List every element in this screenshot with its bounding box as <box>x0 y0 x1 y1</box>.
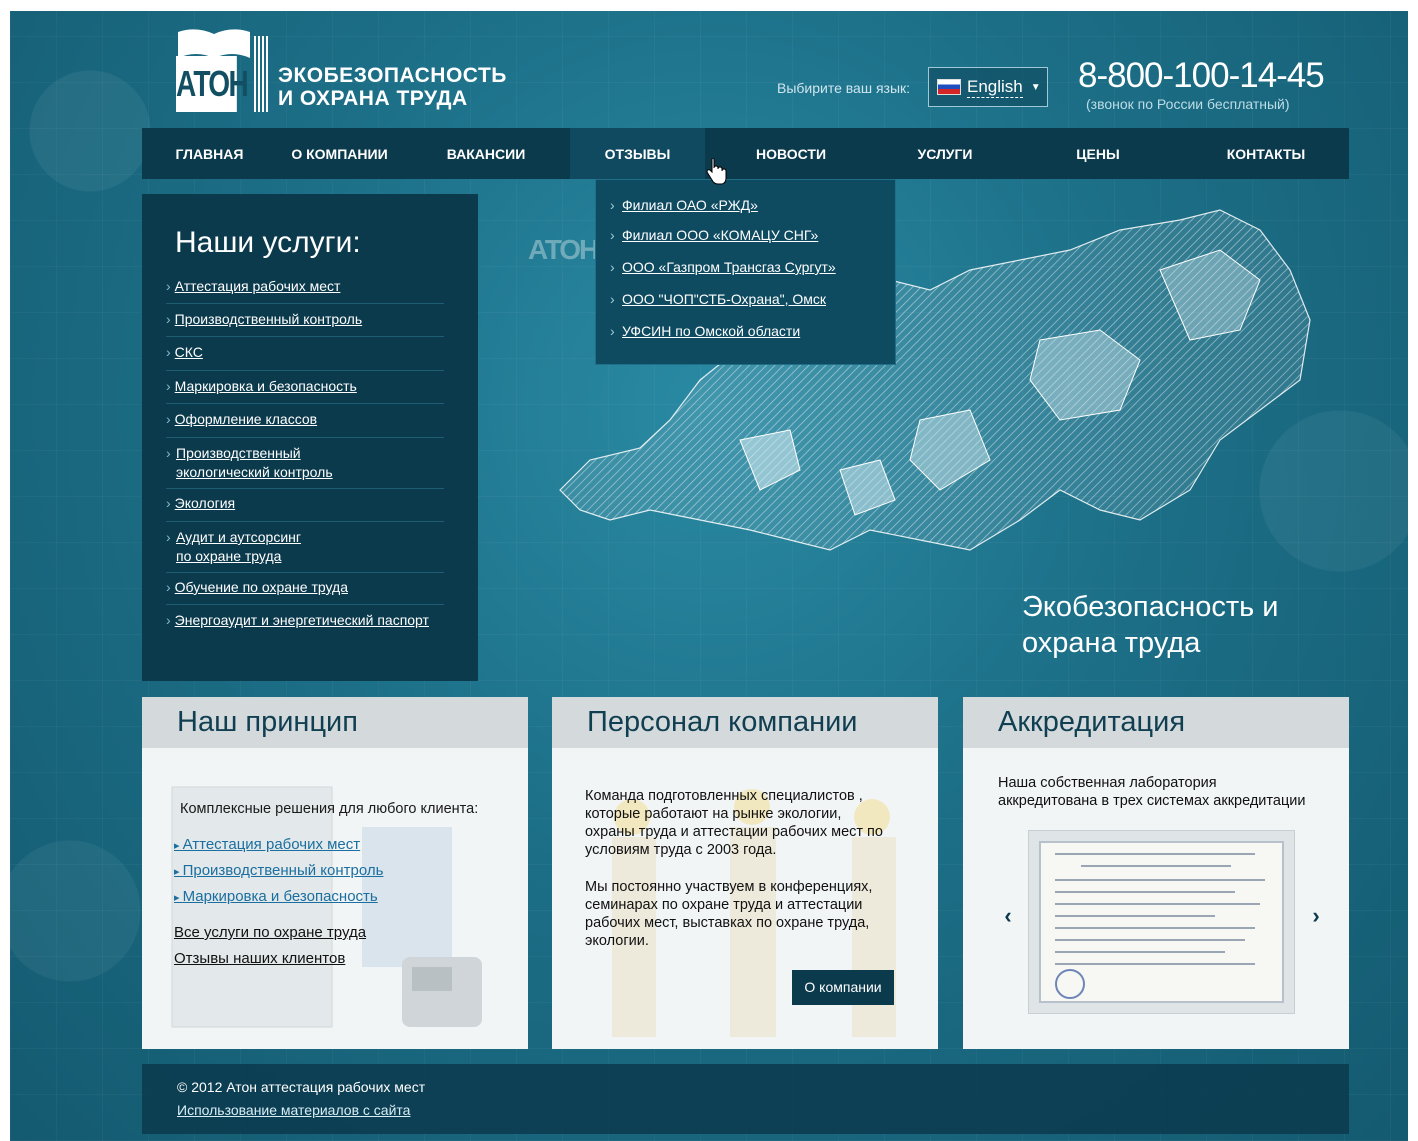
brand-line-2: И ОХРАНА ТРУДА <box>278 87 468 110</box>
hero-heading: Экобезопасность и охрана труда <box>1022 589 1278 661</box>
next-arrow-icon[interactable]: › <box>1304 904 1328 928</box>
staff-paragraph-2: Мы постоянно участвуем в конференциях, с… <box>585 879 873 949</box>
nav-item-vacancies[interactable]: ВАКАНСИИ <box>402 128 570 179</box>
service-link[interactable]: › Оформление классов <box>166 410 444 429</box>
service-link[interactable]: › Маркировка и безопасность <box>166 377 444 396</box>
nav-item-contacts[interactable]: КОНТАКТЫ <box>1183 128 1349 179</box>
caret-down-icon: ▼ <box>1030 81 1041 93</box>
copyright: © 2012 Атон аттестация рабочих мест <box>177 1079 426 1095</box>
nav-item-news[interactable]: НОВОСТИ <box>705 128 877 179</box>
logo-watermark: АТОН <box>528 234 599 265</box>
dropdown-item[interactable]: Филиал ООО «КОМАЦУ СНГ» <box>610 227 818 243</box>
service-link[interactable]: › Производственный экологический контроль <box>166 444 444 482</box>
divider <box>166 370 444 371</box>
brand-title: ЭКОБЕЗОПАСНОСТЬ И ОХРАНА ТРУДА <box>278 64 507 110</box>
service-link[interactable]: › СКС <box>166 343 444 362</box>
service-link[interactable]: › Аудит и аутсорсинг по охране труда <box>166 528 444 566</box>
divider <box>166 437 444 438</box>
service-link[interactable]: › Энергоаудит и энергетический паспорт <box>166 611 444 630</box>
service-link[interactable]: › Экология <box>166 494 444 513</box>
service-link[interactable]: › Аттестация рабочих мест <box>166 277 444 296</box>
principle-intro: Комплексные решения для любого клиента: <box>180 801 479 817</box>
accreditation-card: Аккредитация Наша собственная лаборатори… <box>963 697 1349 1049</box>
nav-item-about[interactable]: О КОМПАНИИ <box>277 128 402 179</box>
logo-text: АТОН <box>176 56 249 112</box>
phone-note: (звонок по России бесплатный) <box>1086 96 1290 112</box>
certificate-document <box>1039 841 1284 1003</box>
divider <box>166 572 444 573</box>
brand-line-1: ЭКОБЕЗОПАСНОСТЬ <box>278 64 507 87</box>
divider <box>166 303 444 304</box>
principle-link[interactable]: Производственный контроль <box>174 862 384 879</box>
services-panel: Наши услуги: › Аттестация рабочих мест › П… <box>142 194 478 681</box>
reviews-dropdown: Филиал ОАО «РЖД» Филиал ООО «КОМАЦУ СНГ»… <box>595 179 896 365</box>
main-nav: ГЛАВНАЯ О КОМПАНИИ ВАКАНСИИ ОТЗЫВЫ НОВОС… <box>142 128 1349 179</box>
nav-item-prices[interactable]: ЦЕНЫ <box>1013 128 1183 179</box>
about-company-button[interactable]: О компании <box>792 970 894 1005</box>
phone-number[interactable]: 8-800-100-14-45 <box>1078 56 1325 96</box>
nav-item-home[interactable]: ГЛАВНАЯ <box>142 128 277 179</box>
hero-line-2: охрана труда <box>1022 627 1201 659</box>
russia-flag-icon <box>937 79 961 95</box>
nav-item-reviews[interactable]: ОТЗЫВЫ <box>570 128 705 179</box>
certificate-image[interactable] <box>1028 830 1295 1014</box>
divider <box>166 604 444 605</box>
footer: © 2012 Атон аттестация рабочих мест Испо… <box>142 1064 1349 1134</box>
all-services-link[interactable]: Все услуги по охране труда <box>174 924 366 941</box>
services-title: Наши услуги: <box>175 226 361 259</box>
dropdown-item[interactable]: УФСИН по Омской области <box>610 323 800 339</box>
service-link[interactable]: › Производственный контроль <box>166 310 444 329</box>
divider <box>166 403 444 404</box>
staff-card: Персонал компании Команда подготовленных… <box>552 697 938 1049</box>
dropdown-item[interactable]: Филиал ОАО «РЖД» <box>610 197 758 213</box>
accreditation-title: Аккредитация <box>963 697 1349 748</box>
logo[interactable]: АТОН <box>176 28 272 112</box>
language-select[interactable]: English ▼ <box>928 67 1048 107</box>
usage-link[interactable]: Использование материалов с сайта <box>177 1102 410 1118</box>
dropdown-item[interactable]: ООО «Газпром Трансгаз Сургут» <box>610 259 836 275</box>
dropdown-item[interactable]: ООО "ЧОП"СТБ-Охрана", Омск <box>610 291 826 307</box>
language-label: Выбирите ваш язык: <box>777 80 911 96</box>
prev-arrow-icon[interactable]: ‹ <box>996 904 1020 928</box>
logo-stripes <box>254 36 270 112</box>
service-link[interactable]: › Обучение по охране труда <box>166 578 444 597</box>
language-value: English <box>967 76 1023 98</box>
principle-link[interactable]: Маркировка и безопасность <box>174 888 378 905</box>
staff-title: Персонал компании <box>552 697 938 748</box>
divider <box>166 488 444 489</box>
hero-line-1: Экобезопасность и <box>1022 591 1279 623</box>
principle-link[interactable]: Аттестация рабочих мест <box>174 836 361 853</box>
hand-cursor-icon <box>706 158 727 185</box>
nav-item-services[interactable]: УСЛУГИ <box>877 128 1013 179</box>
staff-paragraph-1: Команда подготовленных специалистов , ко… <box>585 788 883 858</box>
principle-card: Наш принцип Комплексные решения для любо… <box>142 697 528 1049</box>
reviews-link[interactable]: Отзывы наших клиентов <box>174 950 345 967</box>
divider <box>166 521 444 522</box>
principle-title: Наш принцип <box>142 697 528 748</box>
divider <box>166 336 444 337</box>
accreditation-text: Наша собственная лаборатория аккредитова… <box>998 775 1306 809</box>
